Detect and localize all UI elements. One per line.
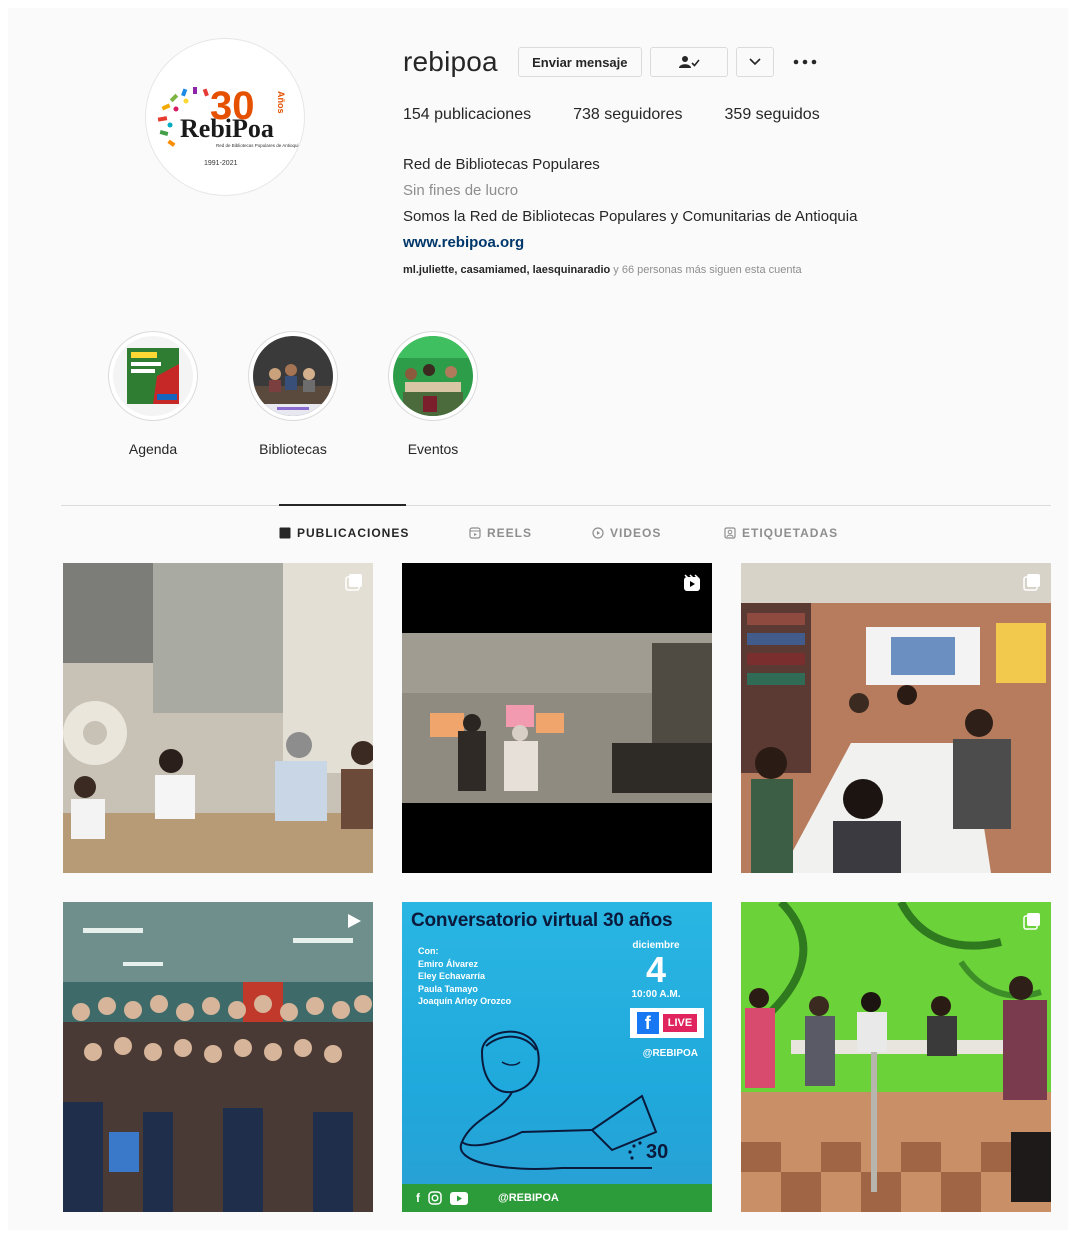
logo-subtitle: Red de Bibliotecas Populares de Antioqui… (216, 143, 302, 148)
profile-website-link[interactable]: www.rebipoa.org (403, 230, 1043, 256)
reel-icon (684, 574, 700, 591)
highlight-eventos[interactable]: Eventos (378, 331, 488, 457)
chevron-down-icon (749, 58, 761, 66)
highlight-label: Agenda (128, 441, 178, 457)
conv-title: Conversatorio virtual 30 años (411, 910, 673, 931)
video-play-icon (348, 914, 361, 928)
active-tab-indicator (279, 504, 406, 506)
more-options-icon (793, 59, 817, 65)
followed-by-rest: y 66 personas más siguen esta cuenta (610, 264, 802, 276)
user-check-icon (678, 56, 700, 68)
svg-text:30: 30 (646, 1141, 668, 1163)
tab-publicaciones[interactable]: PUBLICACIONES (279, 526, 409, 540)
highlight-agenda[interactable]: Agenda (98, 331, 208, 457)
suggestions-dropdown-button[interactable] (735, 47, 774, 77)
profile-info: rebipoa Enviar mensaje 154 publicaciones… (403, 44, 1043, 276)
tab-etiquetadas[interactable]: ETIQUETADAS (724, 526, 838, 540)
tabs-divider (61, 505, 1051, 506)
highlight-bibliotecas[interactable]: Bibliotecas (238, 331, 348, 457)
conv-footer-handle: @REBIPOA (498, 1192, 559, 1204)
following-count[interactable]: 359 seguidos (725, 106, 820, 124)
post-thumbnail[interactable] (63, 563, 373, 873)
tab-videos[interactable]: VIDEOS (592, 526, 661, 540)
carousel-icon (345, 574, 362, 591)
post-image (741, 563, 1051, 873)
tagged-icon (724, 527, 736, 539)
highlight-label: Eventos (407, 441, 459, 457)
rebipoa-logo: 30 Años RebiPoa Red de Bibliotecas Popul… (157, 84, 302, 167)
conv-speakers: Con: Emiro Álvarez Eley Echavarría Paula… (418, 946, 512, 1006)
conv-logo: 30 (626, 1138, 682, 1168)
highlight-eventos-cover (393, 336, 473, 416)
profile-username: rebipoa (403, 46, 498, 77)
post-thumbnail[interactable] (402, 563, 712, 873)
post-image (63, 902, 373, 1212)
followed-by-users: ml.juliette, casamiamed, laesquinaradio (403, 264, 611, 276)
logo-anos: Años (276, 91, 286, 114)
send-message-button[interactable]: Enviar mensaje (517, 47, 642, 77)
profile-bio: Red de Bibliotecas Populares Sin fines d… (403, 152, 1043, 256)
tab-reels[interactable]: REELS (469, 526, 532, 540)
post-image (402, 563, 712, 873)
post-thumbnail[interactable] (63, 902, 373, 1212)
posts-count: 154 publicaciones (403, 106, 532, 123)
highlight-bibliotecas-cover (253, 336, 333, 416)
conv-date: diciembre 4 10:00 A.M. (631, 940, 681, 1000)
carousel-icon (1023, 574, 1040, 591)
post-thumbnail[interactable] (741, 902, 1051, 1212)
facebook-icon: f (416, 1191, 420, 1205)
post-image (63, 563, 373, 873)
profile-category: Sin fines de lucro (403, 182, 519, 199)
profile-stats: 154 publicaciones 738 seguidores 359 seg… (403, 106, 1043, 124)
post-image (741, 902, 1051, 1212)
logo-brand: RebiPoa (180, 114, 274, 143)
logo-years: 1991-2021 (204, 160, 238, 167)
profile-bio-text: Somos la Red de Bibliotecas Populares y … (403, 208, 858, 225)
reels-icon (469, 527, 481, 539)
carousel-icon (1023, 913, 1040, 930)
followed-by[interactable]: ml.juliette, casamiamed, laesquinaradio … (403, 264, 1043, 276)
options-button[interactable] (788, 47, 822, 77)
profile-tabs: PUBLICACIONES REELS VIDEOS ETIQUETADAS (8, 526, 1068, 546)
youtube-icon (450, 1191, 468, 1205)
grid-icon (279, 527, 291, 539)
following-button[interactable] (649, 47, 728, 77)
post-thumbnail-conversatorio[interactable]: Conversatorio virtual 30 años Con: Emiro… (402, 902, 712, 1212)
video-icon (592, 527, 604, 539)
profile-page: 30 Años RebiPoa Red de Bibliotecas Popul… (8, 8, 1068, 1230)
instagram-icon (428, 1191, 442, 1205)
profile-header-row: rebipoa Enviar mensaje (403, 44, 1043, 80)
profile-name: Red de Bibliotecas Populares (403, 156, 600, 173)
post-thumbnail[interactable] (741, 563, 1051, 873)
highlight-agenda-cover (113, 336, 193, 416)
followers-count[interactable]: 738 seguidores (573, 106, 682, 124)
profile-avatar[interactable]: 30 Años RebiPoa Red de Bibliotecas Popul… (145, 38, 305, 196)
conv-footer: f @REBIPOA (402, 1184, 712, 1212)
highlight-label: Bibliotecas (259, 441, 327, 457)
